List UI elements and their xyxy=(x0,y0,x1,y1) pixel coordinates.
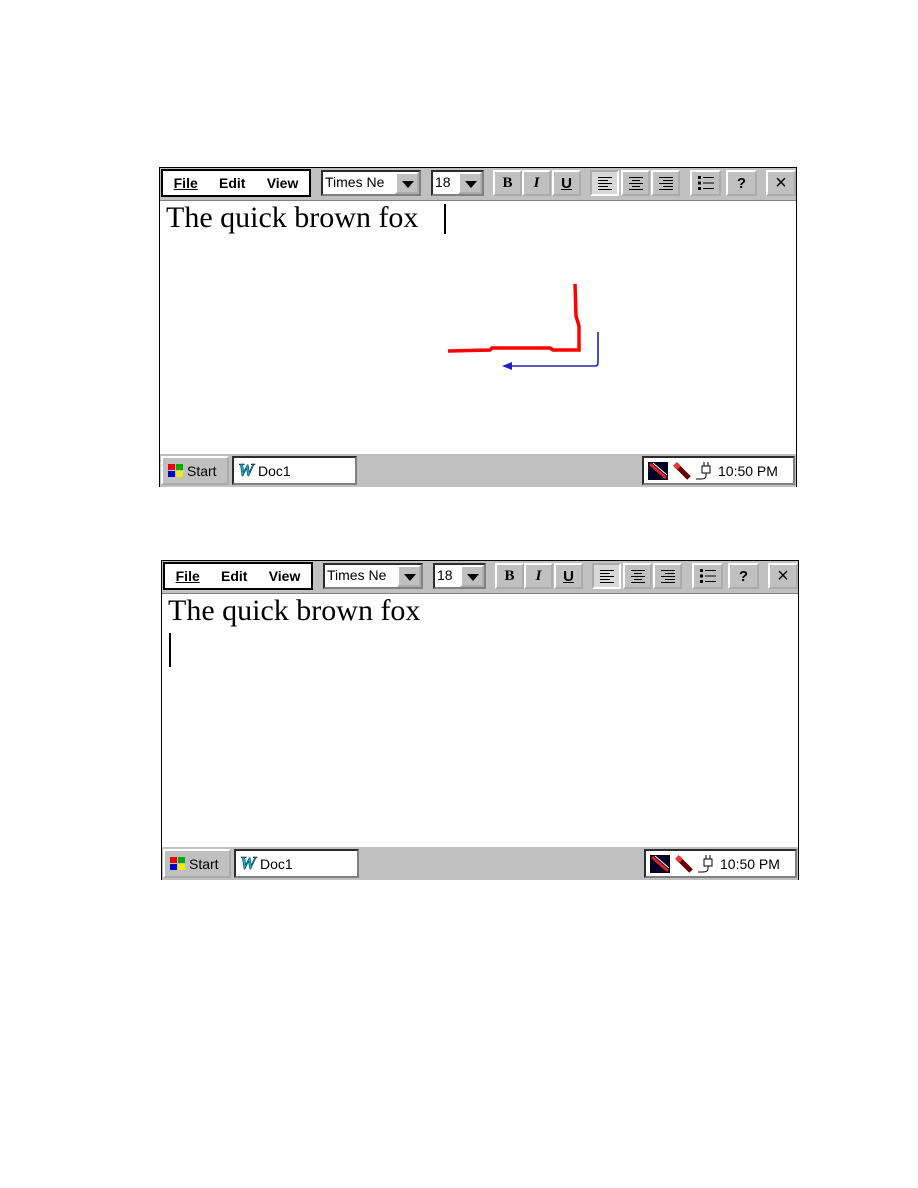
pen-icon[interactable] xyxy=(672,461,692,481)
start-label: Start xyxy=(187,462,217,479)
start-button[interactable]: Start xyxy=(161,456,229,485)
chevron-down-icon[interactable] xyxy=(395,172,419,194)
menu-edit[interactable]: Edit xyxy=(221,568,247,584)
align-center-button[interactable] xyxy=(621,170,650,196)
bullet-list-icon xyxy=(697,176,714,190)
word-processor-screen-2: File Edit View Times Ne 18 B I U ? × The… xyxy=(161,560,799,880)
windows-logo-icon xyxy=(170,856,185,870)
align-center-button[interactable] xyxy=(623,563,652,589)
start-button[interactable]: Start xyxy=(163,849,231,878)
chevron-down-icon[interactable] xyxy=(460,565,484,587)
align-center-icon xyxy=(628,177,643,190)
italic-button[interactable]: I xyxy=(524,563,553,589)
document-editor[interactable]: The quick brown fox xyxy=(162,594,798,846)
align-right-button[interactable] xyxy=(653,563,682,589)
bold-button[interactable]: B xyxy=(495,563,524,589)
font-name-value: Times Ne xyxy=(325,174,385,190)
toolbar: File Edit View Times Ne 18 B I U ? × xyxy=(160,168,796,201)
font-name-value: Times Ne xyxy=(327,567,387,583)
start-label: Start xyxy=(189,855,219,872)
bullets-button[interactable] xyxy=(690,170,721,196)
input-panel-icon[interactable] xyxy=(649,854,671,874)
align-right-icon xyxy=(658,177,673,190)
help-button[interactable]: ? xyxy=(728,563,759,589)
bold-button[interactable]: B xyxy=(493,170,522,196)
menu-bar: File Edit View xyxy=(163,562,313,590)
input-panel-icon[interactable] xyxy=(647,461,669,481)
align-left-icon xyxy=(599,570,614,583)
italic-button[interactable]: I xyxy=(522,170,551,196)
bullet-list-icon xyxy=(699,569,716,583)
document-editor[interactable]: The quick brown fox xyxy=(160,201,796,453)
word-app-icon: W xyxy=(240,853,257,874)
task-label: Doc1 xyxy=(260,855,293,872)
arrowhead xyxy=(502,362,512,370)
font-name-select[interactable]: Times Ne xyxy=(321,170,421,196)
close-button[interactable]: × xyxy=(768,563,798,589)
font-name-select[interactable]: Times Ne xyxy=(323,563,423,589)
chevron-down-icon[interactable] xyxy=(397,565,421,587)
taskbar-item-doc1[interactable]: W Doc1 xyxy=(234,849,359,878)
align-left-icon xyxy=(597,177,612,190)
document-text: The quick brown fox xyxy=(168,594,421,627)
task-label: Doc1 xyxy=(258,462,291,479)
menu-file[interactable]: File xyxy=(176,568,200,584)
underline-button[interactable]: U xyxy=(554,563,583,589)
align-right-button[interactable] xyxy=(651,170,680,196)
font-size-value: 18 xyxy=(435,174,451,190)
underline-button[interactable]: U xyxy=(552,170,581,196)
document-page: File Edit View Times Ne 18 B I U ? × The… xyxy=(0,0,918,1188)
pen-gesture-layer xyxy=(447,283,599,370)
bullets-button[interactable] xyxy=(692,563,723,589)
menu-view[interactable]: View xyxy=(267,175,299,191)
word-processor-screen-1: File Edit View Times Ne 18 B I U ? × The… xyxy=(159,167,797,487)
font-size-select[interactable]: 18 xyxy=(431,170,484,196)
taskbar: Start W Doc1 10:50 PM xyxy=(160,453,796,487)
system-tray: 10:50 PM xyxy=(642,456,795,485)
menu-file[interactable]: File xyxy=(174,175,198,191)
align-center-icon xyxy=(630,570,645,583)
chevron-down-icon[interactable] xyxy=(458,172,482,194)
toolbar: File Edit View Times Ne 18 B I U ? × xyxy=(162,561,798,594)
text-caret xyxy=(169,633,171,667)
font-size-value: 18 xyxy=(437,567,453,583)
taskbar-item-doc1[interactable]: W Doc1 xyxy=(232,456,357,485)
clock: 10:50 PM xyxy=(720,855,780,872)
menu-edit[interactable]: Edit xyxy=(219,175,245,191)
menu-view[interactable]: View xyxy=(269,568,301,584)
close-button[interactable]: × xyxy=(766,170,796,196)
pen-icon[interactable] xyxy=(674,854,694,874)
windows-logo-icon xyxy=(168,463,183,477)
align-left-button[interactable] xyxy=(590,170,619,196)
power-plug-icon[interactable] xyxy=(697,854,717,874)
font-size-select[interactable]: 18 xyxy=(433,563,486,589)
align-right-icon xyxy=(660,570,675,583)
power-plug-icon[interactable] xyxy=(695,461,715,481)
clock: 10:50 PM xyxy=(718,462,778,479)
newline-gesture-stroke xyxy=(447,283,581,353)
help-button[interactable]: ? xyxy=(726,170,757,196)
menu-bar: File Edit View xyxy=(161,169,311,197)
taskbar: Start W Doc1 10:50 PM xyxy=(162,846,798,880)
word-app-icon: W xyxy=(238,460,255,481)
system-tray: 10:50 PM xyxy=(644,849,797,878)
align-left-button[interactable] xyxy=(592,563,621,589)
